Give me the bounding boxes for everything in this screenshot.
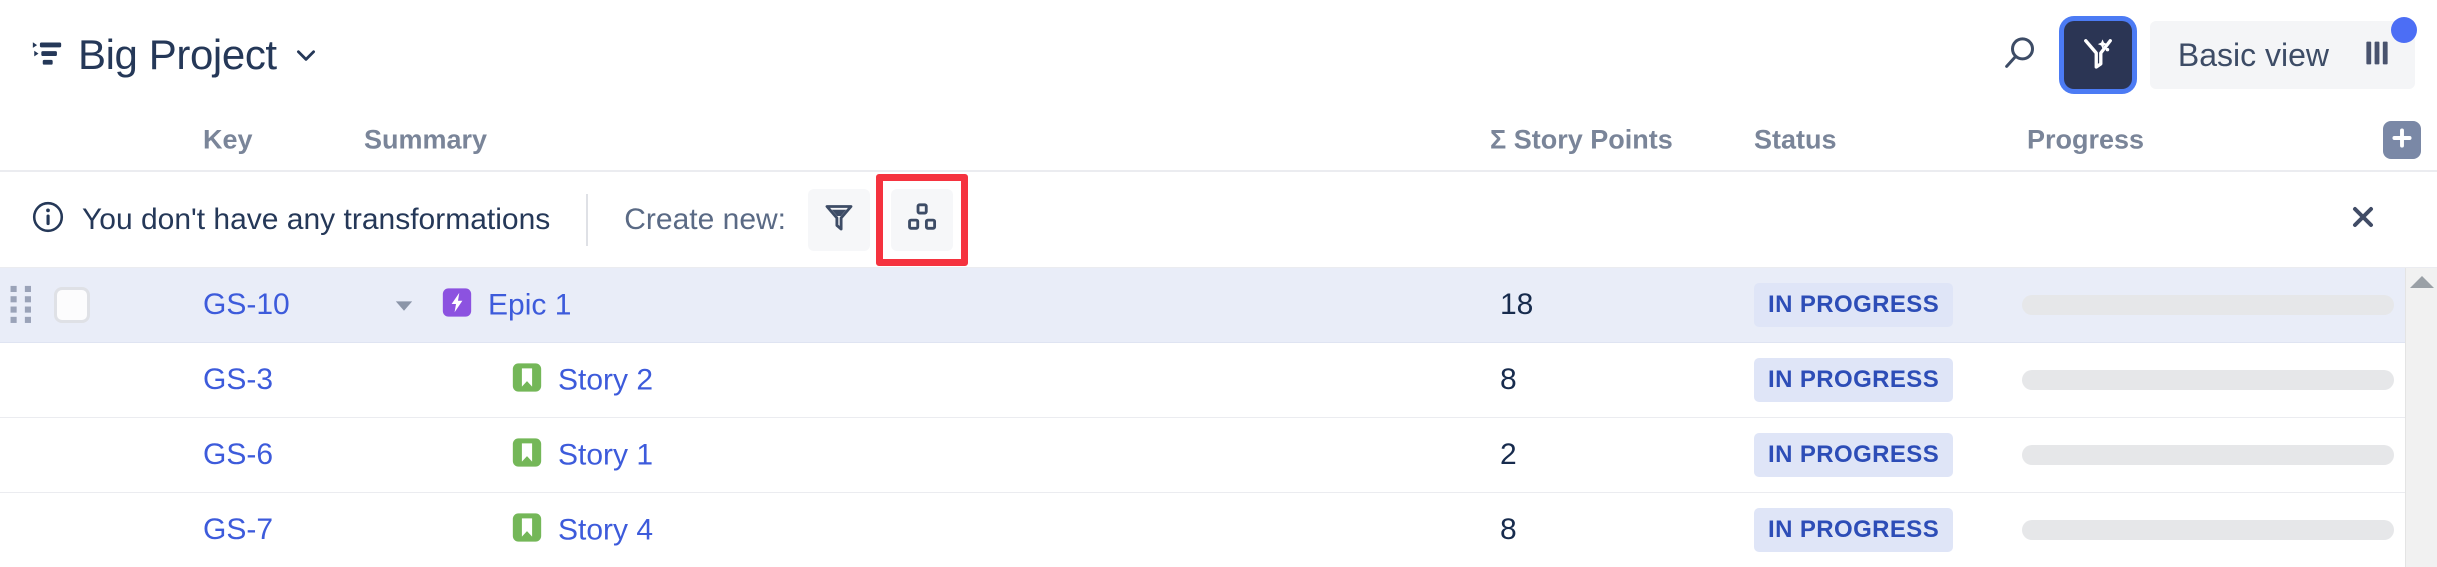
columns-icon [2360,36,2394,75]
column-header-story-points[interactable]: Σ Story Points [1490,125,1673,156]
progress-track [2022,295,2394,315]
progress-bar [2022,445,2394,465]
issue-key-link[interactable]: GS-6 [203,438,273,472]
issue-summary-link[interactable]: Story 1 [558,438,653,472]
column-header-status[interactable]: Status [1754,125,1837,156]
create-group-button[interactable] [891,188,954,251]
issue-key-link[interactable]: GS-7 [203,513,273,547]
page-title: Big Project [78,31,277,78]
issue-summary-link[interactable]: Epic 1 [488,288,571,322]
info-icon [30,199,66,240]
issue-summary-cell[interactable]: Story 4 [510,511,653,550]
plus-icon [2389,125,2415,156]
progress-track [2022,520,2394,540]
story-points-value: 8 [1500,363,1517,396]
issue-key-link[interactable]: GS-10 [203,288,290,322]
status-badge[interactable]: IN PROGRESS [1754,358,1954,402]
table-row[interactable]: GS-6 Story 1 2 IN PROGRESS [0,418,2437,493]
columns-badge [2391,17,2417,43]
issue-summary-link[interactable]: Story 4 [558,513,653,547]
create-filter-button[interactable] [808,188,871,251]
progress-bar [2022,520,2394,540]
progress-track [2022,370,2394,390]
search-button[interactable] [1994,29,2046,81]
issue-summary-cell[interactable]: Story 2 [510,361,653,400]
table-row[interactable]: GS-10 Epic 1 18 IN PROGRESS [0,268,2437,343]
structure-icon [30,38,64,72]
story-icon [510,361,558,400]
top-bar: Big Project Basic view [0,0,2437,110]
banner-close-button[interactable] [2341,198,2385,242]
progress-track [2022,445,2394,465]
transformations-banner: You don't have any transformations Creat… [0,172,2437,268]
add-column-button[interactable] [2383,121,2421,159]
column-header-key[interactable]: Key [203,125,253,156]
progress-bar [2022,295,2394,315]
columns-button[interactable] [2339,17,2417,89]
story-points-value: 18 [1500,288,1534,321]
table-column-header: Key Summary Σ Story Points Status Progre… [0,110,2437,172]
drag-handle-icon[interactable] [8,284,36,326]
filter-icon [821,199,857,240]
table-row[interactable]: GS-7 Story 4 8 IN PROGRESS [0,493,2437,567]
row-expand-toggle[interactable]: Epic 1 [390,286,571,325]
basic-view-button[interactable]: Basic view [2149,21,2357,89]
vertical-scrollbar[interactable] [2405,268,2437,567]
banner-message: You don't have any transformations [82,202,551,236]
banner-divider [586,193,589,246]
close-icon [2347,201,2379,238]
magic-filter-button[interactable] [2063,21,2132,89]
group-by-icon [905,200,939,239]
story-points-value: 8 [1500,513,1517,546]
epic-icon [440,286,488,325]
table-row[interactable]: GS-3 Story 2 8 IN PROGRESS [0,343,2437,418]
scroll-up-arrow[interactable] [2409,276,2434,288]
banner-message-group: You don't have any transformations [30,199,550,240]
column-header-progress[interactable]: Progress [2027,125,2144,156]
story-icon [510,436,558,475]
row-checkbox[interactable] [54,287,90,323]
magic-filter-icon [2077,32,2119,79]
issue-key-link[interactable]: GS-3 [203,363,273,397]
chevron-down-icon[interactable] [291,42,319,68]
issue-summary-cell[interactable]: Story 1 [510,436,653,475]
progress-bar [2022,370,2394,390]
column-header-summary[interactable]: Summary [364,125,487,156]
status-badge[interactable]: IN PROGRESS [1754,283,1954,327]
issue-summary-link[interactable]: Story 2 [558,363,653,397]
project-selector[interactable]: Big Project [30,31,319,79]
story-icon [510,511,558,550]
story-points-value: 2 [1500,438,1517,471]
top-bar-actions: Basic view [1994,17,2417,89]
status-badge[interactable]: IN PROGRESS [1754,433,1954,477]
search-icon [2000,33,2040,78]
create-group-highlight [876,173,969,266]
issue-table: GS-10 Epic 1 18 IN PROGRESS GS-3 Story 2… [0,268,2437,567]
status-badge[interactable]: IN PROGRESS [1754,508,1954,552]
create-new-label: Create new: [624,202,787,236]
